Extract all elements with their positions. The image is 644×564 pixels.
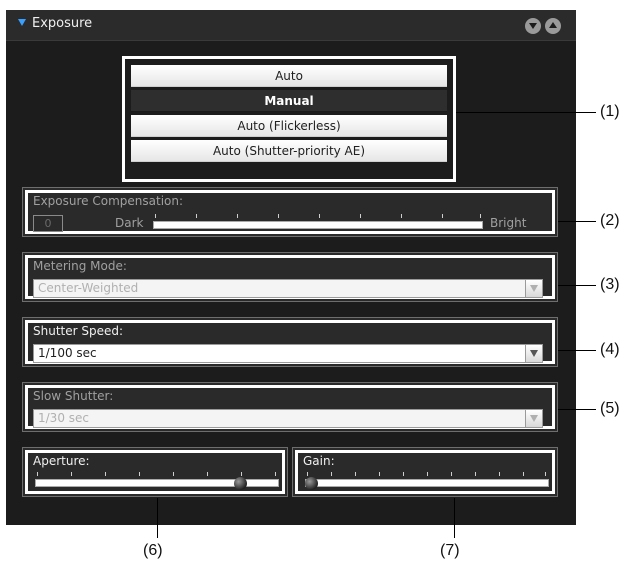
callout-line-2 bbox=[558, 221, 596, 222]
dark-label: Dark bbox=[115, 216, 144, 230]
slider-tick bbox=[403, 472, 404, 476]
slow-shutter-value: 1/30 sec bbox=[38, 411, 89, 425]
collapse-triangle-icon[interactable] bbox=[18, 19, 26, 26]
slider-tick bbox=[173, 472, 174, 476]
metering-mode-group: Metering Mode: Center-Weighted bbox=[22, 252, 558, 302]
slow-shutter-group: Slow Shutter: 1/30 sec bbox=[22, 382, 558, 432]
slider-tick bbox=[331, 472, 332, 476]
slider-tick bbox=[401, 214, 402, 218]
slider-tick bbox=[196, 214, 197, 218]
slider-tick bbox=[442, 214, 443, 218]
slow-shutter-select[interactable]: 1/30 sec bbox=[33, 409, 543, 428]
aperture-label: Aperture: bbox=[33, 454, 90, 468]
dropdown-arrow-icon[interactable] bbox=[525, 280, 542, 297]
shutter-speed-group: Shutter Speed: 1/100 sec bbox=[22, 317, 558, 367]
slider-tick bbox=[71, 472, 72, 476]
slider-tick bbox=[307, 472, 308, 476]
gain-group: Gain: bbox=[292, 447, 558, 497]
slider-tick bbox=[379, 472, 380, 476]
mode-option-auto-shutter-priority[interactable]: Auto (Shutter-priority AE) bbox=[131, 140, 447, 162]
panel-title: Exposure bbox=[32, 16, 93, 31]
aperture-slider-thumb[interactable] bbox=[233, 477, 247, 490]
slider-tick bbox=[355, 472, 356, 476]
exposure-compensation-group: Exposure Compensation: 0 Dark Bright bbox=[22, 187, 558, 237]
slider-tick bbox=[319, 214, 320, 218]
slider-tick bbox=[475, 472, 476, 476]
mode-option-auto-flickerless[interactable]: Auto (Flickerless) bbox=[131, 115, 447, 137]
exposure-compensation-value: 0 bbox=[33, 215, 63, 232]
slider-tick bbox=[451, 472, 452, 476]
callout-line-7 bbox=[454, 498, 455, 538]
slider-tick bbox=[237, 214, 238, 218]
slider-tick bbox=[139, 472, 140, 476]
callout-7: (7) bbox=[440, 542, 460, 559]
gain-slider[interactable] bbox=[305, 479, 549, 487]
slider-tick bbox=[545, 472, 546, 476]
slider-tick bbox=[155, 214, 156, 218]
slider-tick bbox=[360, 214, 361, 218]
move-up-button[interactable] bbox=[545, 18, 561, 34]
dropdown-arrow-icon[interactable] bbox=[525, 345, 542, 362]
callout-line-4 bbox=[558, 350, 596, 351]
callout-line-3 bbox=[558, 285, 596, 286]
callout-line-5 bbox=[558, 409, 596, 410]
mode-option-manual[interactable]: Manual bbox=[131, 90, 447, 112]
aperture-group: Aperture: bbox=[22, 447, 288, 497]
exposure-panel: Exposure Auto Manual Auto (Flickerless) … bbox=[6, 10, 576, 525]
slider-tick bbox=[37, 472, 38, 476]
slider-tick bbox=[523, 472, 524, 476]
callout-2: (2) bbox=[600, 212, 620, 229]
exposure-compensation-label: Exposure Compensation: bbox=[33, 194, 184, 208]
slider-tick bbox=[278, 214, 279, 218]
slider-tick bbox=[480, 214, 481, 218]
shutter-speed-select[interactable]: 1/100 sec bbox=[33, 344, 543, 363]
callout-6: (6) bbox=[143, 542, 163, 559]
chevron-up-icon bbox=[549, 22, 557, 28]
slider-tick bbox=[241, 472, 242, 476]
slow-shutter-label: Slow Shutter: bbox=[33, 389, 114, 403]
callout-1: (1) bbox=[600, 103, 620, 120]
metering-mode-select[interactable]: Center-Weighted bbox=[33, 279, 543, 298]
callout-4: (4) bbox=[600, 341, 620, 358]
mode-option-auto[interactable]: Auto bbox=[131, 65, 447, 87]
callout-line-6 bbox=[157, 498, 158, 538]
gain-label: Gain: bbox=[303, 454, 335, 468]
bright-label: Bright bbox=[490, 216, 527, 230]
callout-5: (5) bbox=[600, 400, 620, 417]
slider-tick bbox=[499, 472, 500, 476]
exposure-mode-list: Auto Manual Auto (Flickerless) Auto (Shu… bbox=[122, 56, 456, 182]
chevron-down-icon bbox=[529, 23, 537, 29]
metering-mode-value: Center-Weighted bbox=[38, 281, 139, 295]
move-down-button[interactable] bbox=[525, 18, 541, 34]
shutter-speed-label: Shutter Speed: bbox=[33, 324, 124, 338]
shutter-speed-value: 1/100 sec bbox=[38, 346, 97, 360]
callout-3: (3) bbox=[600, 276, 620, 293]
exposure-compensation-slider[interactable] bbox=[153, 221, 483, 229]
slider-tick bbox=[105, 472, 106, 476]
callout-line-1 bbox=[456, 112, 596, 113]
slider-tick bbox=[427, 472, 428, 476]
slider-tick bbox=[207, 472, 208, 476]
dropdown-arrow-icon[interactable] bbox=[525, 410, 542, 427]
slider-tick bbox=[275, 472, 276, 476]
metering-mode-label: Metering Mode: bbox=[33, 259, 127, 273]
gain-slider-thumb[interactable] bbox=[305, 477, 318, 490]
panel-titlebar[interactable]: Exposure bbox=[6, 10, 576, 41]
